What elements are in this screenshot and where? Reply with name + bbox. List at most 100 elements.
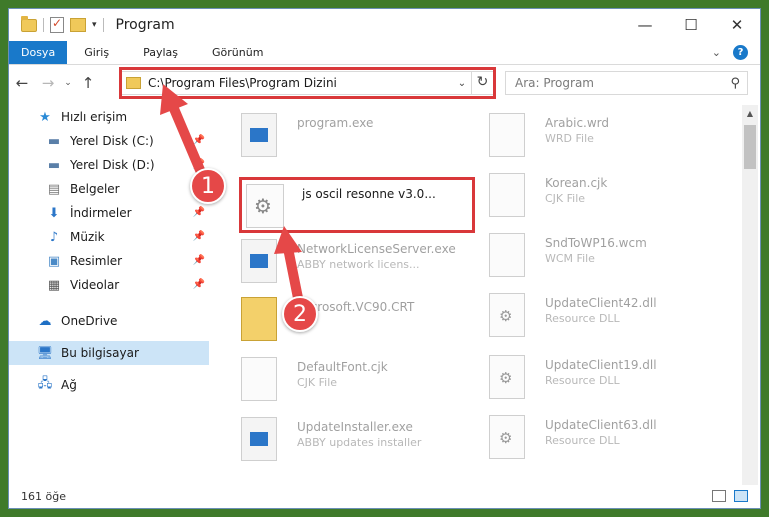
item-count: 161 öğe <box>21 489 66 503</box>
list-item[interactable]: SndToWP16.wcm WCM File <box>489 233 729 291</box>
sidebar-item-network[interactable]: 🖧 Ağ <box>9 373 209 397</box>
list-item[interactable]: NetworkLicenseServer.exe ABBY network li… <box>241 239 481 297</box>
forward-button[interactable]: → <box>35 74 61 92</box>
file-text: UpdateInstaller.exe ABBY updates install… <box>297 417 421 449</box>
sidebar-item-disk-c[interactable]: ▬ Yerel Disk (C:) 📌 <box>9 129 209 153</box>
exe-file-icon <box>241 113 277 157</box>
list-item[interactable]: UpdateClient19.dll Resource DLL <box>489 355 729 413</box>
folder-icon <box>21 15 37 32</box>
dll-file-icon <box>489 415 525 459</box>
list-item[interactable]: Arabic.wrd WRD File <box>489 113 729 171</box>
file-name: UpdateClient42.dll <box>545 296 657 310</box>
computer-icon: 🖥 <box>36 345 54 361</box>
file-desc: ABBY network licens... <box>297 258 420 271</box>
search-input[interactable]: Ara: Program ⚲ <box>505 71 748 95</box>
new-folder-icon[interactable] <box>70 18 86 32</box>
pin-icon[interactable]: 📌 <box>193 135 205 146</box>
list-item[interactable]: program.exe <box>241 113 481 171</box>
pictures-icon: ▣ <box>47 253 61 269</box>
sidebar-item-videos[interactable]: ▦ Videolar 📌 <box>9 273 209 297</box>
step-marker-1: 1 <box>190 168 226 204</box>
file-icon <box>241 357 277 401</box>
sidebar-item-music[interactable]: ♪ Müzik 📌 <box>9 225 209 249</box>
file-name: UpdateClient19.dll <box>545 358 657 372</box>
address-path[interactable]: C:\Program Files\Program Dizini <box>148 76 337 90</box>
properties-icon[interactable] <box>50 16 64 33</box>
settings-file-icon <box>246 184 284 228</box>
minimize-button[interactable]: — <box>622 9 668 41</box>
sidebar-item-label: Bu bilgisayar <box>61 346 139 360</box>
tab-share[interactable]: Paylaş <box>126 41 195 64</box>
sidebar-item-label: Belgeler <box>70 182 120 196</box>
back-button[interactable]: ← <box>9 74 35 92</box>
sidebar-item-disk-d[interactable]: ▬ Yerel Disk (D:) 📌 <box>9 153 209 177</box>
search-placeholder: Ara: Program <box>515 76 594 90</box>
list-item[interactable]: DefaultFont.cjk CJK File <box>241 357 481 415</box>
pin-icon[interactable]: 📌 <box>193 231 205 242</box>
refresh-button[interactable]: ↻ <box>471 72 493 94</box>
sidebar-item-quick-access[interactable]: ★ Hızlı erişim <box>9 105 209 129</box>
file-name: Korean.cjk <box>545 176 608 190</box>
list-item[interactable]: Korean.cjk CJK File <box>489 173 729 231</box>
scroll-up-icon[interactable]: ▲ <box>742 105 758 122</box>
pin-icon[interactable]: 📌 <box>193 279 205 290</box>
file-desc: Resource DLL <box>545 374 620 387</box>
documents-icon: ▤ <box>47 181 61 197</box>
sidebar-item-label: Resimler <box>70 254 123 268</box>
tab-home[interactable]: Giriş <box>67 41 126 64</box>
vertical-scrollbar[interactable]: ▲ <box>742 105 758 485</box>
list-item[interactable]: UpdateClient63.dll Resource DLL <box>489 415 729 473</box>
sidebar-item-label: Videolar <box>70 278 120 292</box>
maximize-button[interactable]: ☐ <box>668 9 714 41</box>
list-item[interactable]: UpdateClient42.dll Resource DLL <box>489 293 729 351</box>
file-desc: Resource DLL <box>545 434 620 447</box>
file-list: program.exe NetworkLicenseServer.exe ABB… <box>225 105 745 485</box>
search-icon[interactable]: ⚲ <box>730 76 740 91</box>
list-item[interactable]: Microsoft.VC90.CRT <box>241 297 481 355</box>
help-icon[interactable]: ? <box>733 45 748 60</box>
customize-toolbar-icon[interactable]: ▾ <box>92 20 97 30</box>
recent-locations-icon[interactable]: ⌄ <box>61 78 75 88</box>
list-item[interactable]: UpdateInstaller.exe ABBY updates install… <box>241 417 481 475</box>
close-button[interactable]: ✕ <box>714 9 760 41</box>
large-icons-view-icon[interactable] <box>734 490 748 502</box>
expand-ribbon-icon[interactable]: ⌄ <box>712 46 721 59</box>
explorer-window: ▾ Program — ☐ ✕ Dosya Giriş Paylaş Görün… <box>8 8 761 509</box>
sidebar-item-onedrive[interactable]: ☁ OneDrive <box>9 309 209 333</box>
sidebar-item-downloads[interactable]: ⬇ İndirmeler 📌 <box>9 201 209 225</box>
sidebar-item-documents[interactable]: ▤ Belgeler 📌 <box>9 177 209 201</box>
file-text: SndToWP16.wcm WCM File <box>545 233 647 265</box>
exe-file-icon <box>241 417 277 461</box>
up-button[interactable]: ↑ <box>75 74 101 92</box>
ribbon-tabs: Dosya Giriş Paylaş Görünüm ⌄ ? <box>9 41 760 65</box>
dll-file-icon <box>489 293 525 337</box>
star-icon: ★ <box>39 109 51 125</box>
file-text: UpdateClient63.dll Resource DLL <box>545 415 657 447</box>
video-icon: ▦ <box>47 277 61 293</box>
details-view-icon[interactable] <box>712 490 726 502</box>
file-desc: WRD File <box>545 132 594 145</box>
sidebar-item-label: OneDrive <box>61 314 118 328</box>
exe-file-icon <box>241 239 277 283</box>
sidebar-item-label: Yerel Disk (D:) <box>70 158 155 172</box>
highlighted-file[interactable]: js oscil resonne v3.0... <box>239 177 475 233</box>
sidebar-item-this-pc[interactable]: 🖥 Bu bilgisayar <box>9 341 209 365</box>
pin-icon[interactable]: 📌 <box>193 207 205 218</box>
sidebar-item-pictures[interactable]: ▣ Resimler 📌 <box>9 249 209 273</box>
file-name: Arabic.wrd <box>545 116 610 130</box>
file-desc: CJK File <box>297 376 338 389</box>
tab-file[interactable]: Dosya <box>9 41 68 64</box>
scroll-thumb[interactable] <box>744 125 756 169</box>
tab-view[interactable]: Görünüm <box>195 41 280 64</box>
title-bar: ▾ Program — ☐ ✕ <box>9 9 760 41</box>
address-bar[interactable]: C:\Program Files\Program Dizini ⌄ ↻ <box>119 71 494 95</box>
sidebar-item-label: Ağ <box>61 378 77 392</box>
sidebar-item-label: Müzik <box>70 230 105 244</box>
file-icon <box>489 113 525 157</box>
file-text: DefaultFont.cjk CJK File <box>297 357 388 389</box>
address-dropdown-icon[interactable]: ⌄ <box>453 78 471 89</box>
file-name: UpdateClient63.dll <box>545 418 657 432</box>
pin-icon[interactable]: 📌 <box>193 255 205 266</box>
separator <box>43 18 44 32</box>
